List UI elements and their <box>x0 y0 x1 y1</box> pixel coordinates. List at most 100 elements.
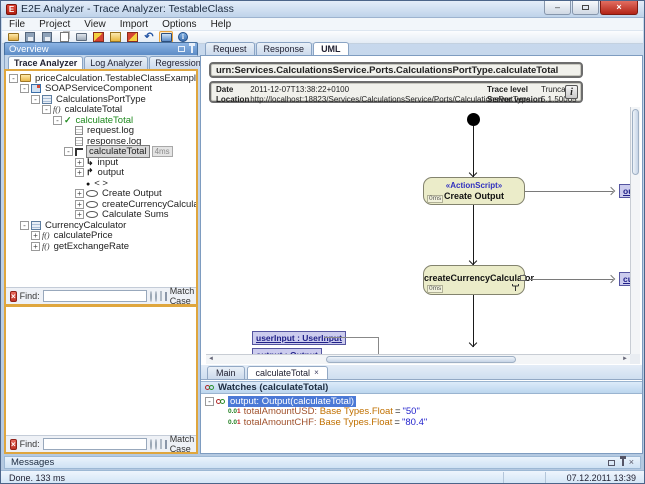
tree-item[interactable]: -calculateTotal4ms <box>6 147 196 158</box>
doc-tab-main[interactable]: Main <box>207 366 245 379</box>
scroll-right-icon[interactable]: ► <box>620 355 630 364</box>
tree-item[interactable]: +input <box>6 157 196 168</box>
collapse-icon[interactable]: - <box>42 105 51 114</box>
watch-item[interactable]: totalAmountUSD: Base Types.Float="50" <box>205 407 642 418</box>
vertical-scrollbar-thumb[interactable] <box>632 109 639 175</box>
tree-item[interactable]: -< > <box>6 178 196 189</box>
maximize-button[interactable] <box>572 1 599 15</box>
collapse-icon[interactable]: - <box>64 147 73 156</box>
find-prev-button[interactable] <box>150 291 152 302</box>
porttype-icon <box>31 221 41 230</box>
watch-name: totalAmountCHF: <box>244 417 317 428</box>
tree-item[interactable]: +getExchangeRate <box>6 241 196 252</box>
tree-item[interactable]: -CalculationsPortType <box>6 94 196 105</box>
watches-tree: - output: Output(calculateTotal) totalAm… <box>201 394 642 453</box>
tab-request[interactable]: Request <box>205 42 255 55</box>
tree-item[interactable]: + createCurrencyCalculator <box>6 199 196 210</box>
horizontal-scrollbar[interactable]: ◄ ► <box>206 354 630 364</box>
find-input[interactable] <box>43 438 147 450</box>
value-icon <box>228 419 241 426</box>
vertical-scrollbar[interactable] <box>630 107 640 354</box>
object-node-currency-calculator[interactable]: cur <box>619 272 630 286</box>
close-button[interactable]: × <box>600 1 638 15</box>
close-tab-icon[interactable]: × <box>314 369 319 377</box>
doc-tab-calculatetotal[interactable]: calculateTotal× <box>247 366 328 379</box>
find-prev-button[interactable] <box>150 439 152 450</box>
diagram-canvas[interactable]: «ActionScript» Create Output 0ms out cre… <box>206 107 630 354</box>
tab-response[interactable]: Response <box>256 42 313 55</box>
duration-badge: 4ms <box>152 146 173 157</box>
info-button[interactable]: i <box>565 85 578 99</box>
scroll-left-icon[interactable]: ◄ <box>206 355 216 364</box>
tree-item[interactable]: +calculatePrice <box>6 231 196 242</box>
initial-node[interactable] <box>467 113 480 126</box>
match-case-checkbox[interactable] <box>165 292 167 301</box>
expand-icon[interactable]: + <box>31 231 40 240</box>
watch-root-row[interactable]: - output: Output(calculateTotal) <box>205 396 642 407</box>
menu-project[interactable]: Project <box>32 19 77 30</box>
tab-uml[interactable]: UML <box>313 42 349 55</box>
collapse-icon[interactable]: - <box>53 116 62 125</box>
object-node-user-input[interactable]: userInput : UserInput <box>252 331 346 345</box>
find-options-button[interactable] <box>160 439 162 449</box>
minimize-button[interactable]: – <box>544 1 571 15</box>
match-case-checkbox[interactable] <box>165 440 167 449</box>
tree-item[interactable]: -calculateTotal <box>6 105 196 116</box>
collapse-icon[interactable]: - <box>20 221 29 230</box>
find-next-button[interactable] <box>155 439 157 450</box>
menu-file[interactable]: File <box>2 19 32 30</box>
tree-item[interactable]: - CurrencyCalculator <box>6 220 196 231</box>
expand-icon[interactable]: + <box>75 189 84 198</box>
output-icon <box>86 167 94 178</box>
tab-trace-analyzer[interactable]: Trace Analyzer <box>8 56 83 69</box>
find-bar-2: × Find: Match Case <box>6 435 196 452</box>
close-find-icon[interactable]: × <box>10 291 17 302</box>
tree-item[interactable]: +Calculate Sums <box>6 210 196 221</box>
server-version-label: Server version <box>487 95 543 104</box>
float-window-icon[interactable] <box>608 460 615 466</box>
main-panel: RequestResponseUML urn:Services.Calculat… <box>200 42 643 454</box>
tree-item[interactable]: -request.log <box>6 126 196 137</box>
equals-sign: = <box>395 406 401 417</box>
menu-view[interactable]: View <box>77 19 113 30</box>
tree-item[interactable]: -calculateTotal <box>6 115 196 126</box>
menu-help[interactable]: Help <box>204 19 239 30</box>
expand-icon[interactable]: + <box>75 200 84 209</box>
tree-item[interactable]: -SOAPServiceComponent <box>6 84 196 95</box>
document-tabs: MaincalculateTotal× <box>201 365 642 380</box>
object-edge <box>378 337 379 354</box>
close-find-icon[interactable]: × <box>10 439 17 450</box>
tab-log-analyzer[interactable]: Log Analyzer <box>84 56 148 69</box>
overview-header: Overview <box>4 42 198 55</box>
pin-icon[interactable] <box>622 459 624 466</box>
float-window-icon[interactable] <box>178 46 185 52</box>
trace-level-label: Trace level <box>487 85 528 94</box>
close-icon[interactable]: × <box>629 458 634 467</box>
find-input[interactable] <box>43 290 147 302</box>
menu-import[interactable]: Import <box>113 19 155 30</box>
find-options-button[interactable] <box>160 291 162 301</box>
tree-item[interactable]: -priceCalculation.TestableClassExample.T… <box>6 73 196 84</box>
object-node-output[interactable]: out <box>619 184 630 198</box>
action-node-create-output[interactable]: «ActionScript» Create Output 0ms <box>423 177 525 205</box>
tree-item[interactable]: +output <box>6 168 196 179</box>
action-node-create-currency-calculator[interactable]: createCurrencyCalculator 0ms <box>423 265 525 295</box>
horizontal-scrollbar-thumb[interactable] <box>326 356 516 363</box>
collapse-icon[interactable]: - <box>205 397 214 406</box>
secondary-pane <box>6 307 196 435</box>
collapse-icon[interactable]: - <box>9 74 18 83</box>
expand-icon[interactable]: + <box>31 242 40 251</box>
expand-icon[interactable]: + <box>75 168 84 177</box>
collapse-icon[interactable]: - <box>31 95 40 104</box>
expand-icon[interactable]: + <box>75 210 84 219</box>
watch-item[interactable]: totalAmountCHF: Base Types.Float="80.4" <box>205 417 642 428</box>
collapse-icon[interactable]: - <box>20 84 29 93</box>
find-next-button[interactable] <box>155 291 157 302</box>
expand-icon[interactable]: + <box>75 158 84 167</box>
menu-options[interactable]: Options <box>155 19 203 30</box>
tree-item-label: createCurrencyCalculator <box>101 199 196 210</box>
pin-icon[interactable] <box>191 46 193 53</box>
tree-item-label: CurrencyCalculator <box>44 220 127 231</box>
messages-bar[interactable]: Messages × <box>4 456 641 469</box>
tree-item[interactable]: +Create Output <box>6 189 196 200</box>
